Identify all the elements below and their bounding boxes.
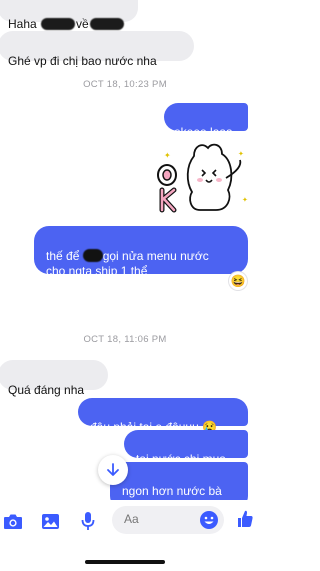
redacted-name bbox=[89, 18, 124, 30]
home-indicator bbox=[85, 560, 165, 564]
camera-icon[interactable] bbox=[2, 510, 24, 532]
incoming-message[interactable]: Haha về đi bbox=[0, 0, 138, 46]
arrow-down-icon bbox=[107, 463, 119, 476]
like-icon[interactable] bbox=[234, 508, 256, 530]
svg-text:✦: ✦ bbox=[242, 196, 248, 204]
redacted-name bbox=[41, 18, 76, 30]
ok-sticker[interactable]: ✦ ✦ ✦ bbox=[150, 138, 250, 218]
outgoing-message[interactable]: okeee laaa bbox=[164, 103, 248, 139]
message-text-part: Haha bbox=[8, 17, 41, 31]
scroll-to-bottom-button[interactable] bbox=[98, 455, 128, 485]
image-icon[interactable] bbox=[39, 510, 61, 532]
message-text-part: về bbox=[76, 17, 89, 31]
outgoing-message[interactable]: tại nước chị mua bbox=[124, 430, 248, 466]
timestamp: OCT 18, 10:23 PM bbox=[83, 79, 167, 90]
ok-sticker-character-icon: ✦ ✦ ✦ bbox=[157, 143, 248, 213]
redacted-name bbox=[82, 249, 103, 262]
message-text: okeee laaa bbox=[174, 125, 233, 139]
incoming-message[interactable]: Quá đáng nha bbox=[0, 360, 108, 397]
composer-toolbar: Aa bbox=[0, 500, 253, 542]
message-text-part: thế để bbox=[46, 249, 83, 263]
outgoing-message[interactable]: đâu phải tại e đâuuu 😢 bbox=[78, 398, 248, 434]
outgoing-message[interactable]: thế để gọi nửa menu nước cho ngta ship 1… bbox=[34, 226, 248, 278]
emoji-icon[interactable] bbox=[198, 509, 220, 531]
reaction-badge[interactable]: 😆 bbox=[229, 272, 247, 290]
message-text: Ghé vp đi chị bao nước nha bbox=[8, 54, 157, 68]
timestamp: OCT 18, 11:06 PM bbox=[83, 334, 167, 345]
svg-text:✦: ✦ bbox=[238, 150, 244, 158]
incoming-message[interactable]: Ghé vp đi chị bao nước nha bbox=[0, 31, 194, 68]
svg-text:✦: ✦ bbox=[164, 151, 171, 160]
message-input-placeholder: Aa bbox=[124, 512, 139, 526]
laughing-emoji-icon: 😆 bbox=[230, 274, 246, 288]
message-text: Quá đáng nha bbox=[8, 383, 85, 397]
microphone-icon[interactable] bbox=[77, 510, 99, 532]
